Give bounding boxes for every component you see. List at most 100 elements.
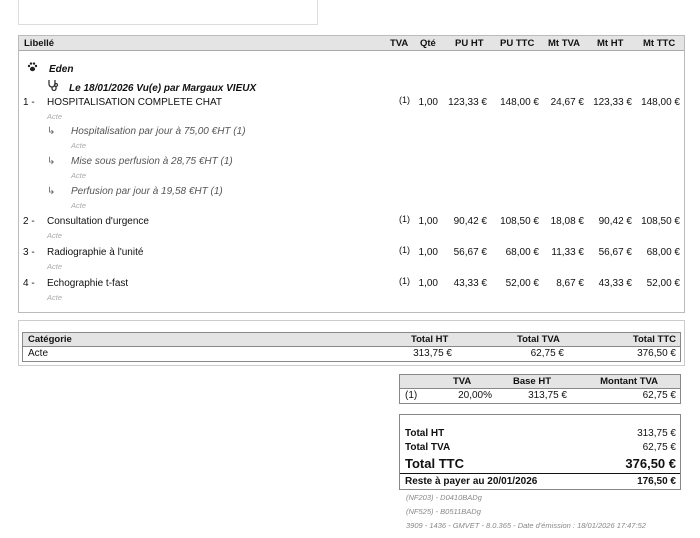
line-type: Acte	[47, 293, 63, 302]
col-qte: Qté	[420, 38, 436, 49]
line-pu-ht: 123,33 €	[448, 97, 487, 108]
invoice-line: 4 - Echographie t-fast (1) 1,00 43,33 € …	[19, 276, 684, 292]
col-total-ttc: Total TTC	[632, 334, 676, 345]
line-qte: 1,00	[418, 278, 438, 289]
line-mt-tva: 11,33 €	[551, 247, 584, 258]
totals-box: Total HT 313,75 € Total TVA 62,75 € Tota…	[399, 414, 681, 490]
col-libelle: Libellé	[24, 38, 55, 49]
tva-table-header: TVA Base HT Montant TVA	[400, 375, 680, 389]
category-table: Catégorie Total HT Total TVA Total TTC A…	[22, 332, 681, 362]
line-mt-tva: 8,67 €	[556, 278, 584, 289]
line-tva: (1)	[399, 95, 410, 105]
line-mt-ht: 43,33 €	[598, 278, 632, 289]
line-pu-ttc: 148,00 €	[500, 97, 539, 108]
category-table-header: Catégorie Total HT Total TVA Total TTC	[23, 333, 680, 347]
invoice-line: 2 - Consultation d'urgence (1) 1,00 90,4…	[19, 214, 684, 230]
total-ttc-value: 376,50 €	[625, 456, 676, 471]
col-total-tva: Total TVA	[517, 334, 560, 345]
line-pu-ht: 56,67 €	[453, 247, 487, 258]
line-mt-ttc: 108,50 €	[641, 216, 680, 227]
col-tva: TVA	[390, 38, 409, 49]
tva-rate: 20,00%	[458, 390, 492, 401]
total-tva-label: Total TVA	[405, 442, 451, 453]
line-tva: (1)	[399, 276, 410, 286]
lines-table-header: Libellé TVA Qté PU HT PU TTC Mt TVA Mt H…	[19, 36, 684, 51]
col-categorie: Catégorie	[28, 334, 72, 345]
invoice-line: 3 - Radiographie à l'unité (1) 1,00 56,6…	[19, 245, 684, 261]
sub-line: ↳ Mise sous perfusion à 28,75 €HT (1)	[47, 156, 233, 167]
col-total-ht: Total HT	[411, 334, 449, 345]
line-mt-ht: 123,33 €	[593, 97, 632, 108]
visit-line: Le 18/01/2026 Vu(e) par Margaux VIEUX	[47, 79, 256, 94]
line-tva: (1)	[399, 214, 410, 224]
col-montant-tva: Montant TVA	[600, 376, 658, 387]
line-mt-ht: 90,42 €	[598, 216, 632, 227]
line-qte: 1,00	[418, 216, 438, 227]
line-type: Acte	[47, 112, 63, 121]
footer-certification-2: (NF525) - B0511BADg	[406, 507, 481, 516]
category-total-tva: 62,75 €	[530, 348, 564, 359]
line-number: 4 -	[23, 278, 35, 289]
col-mt-ttc: Mt TTC	[643, 38, 676, 49]
category-name: Acte	[28, 348, 49, 359]
col-pu-ttc: PU TTC	[500, 38, 535, 49]
invoice-lines-table: Libellé TVA Qté PU HT PU TTC Mt TVA Mt H…	[18, 35, 685, 313]
sub-arrow-icon: ↳	[47, 126, 56, 137]
sub-line-type: Acte	[71, 141, 87, 150]
paw-icon	[27, 62, 39, 75]
line-tva: (1)	[399, 245, 410, 255]
patient-name: Eden	[27, 62, 73, 75]
line-qte: 1,00	[418, 97, 438, 108]
line-pu-ttc: 68,00 €	[505, 247, 539, 258]
col-tva-rate: TVA	[453, 376, 472, 387]
patient-name-text: Eden	[49, 64, 74, 75]
header-box	[18, 0, 318, 25]
total-ht-value: 313,75 €	[637, 428, 676, 439]
line-number: 2 -	[23, 216, 35, 227]
line-mt-tva: 24,67 €	[550, 97, 584, 108]
sub-line-label: Mise sous perfusion à 28,75 €HT (1)	[71, 156, 233, 167]
tva-montant: 62,75 €	[642, 390, 676, 401]
line-number: 3 -	[23, 247, 35, 258]
visit-label: Le 18/01/2026 Vu(e) par Margaux VIEUX	[69, 83, 257, 94]
line-qte: 1,00	[418, 247, 438, 258]
category-row: Acte 313,75 € 62,75 € 376,50 €	[23, 347, 680, 361]
line-type: Acte	[47, 262, 63, 271]
line-mt-ttc: 148,00 €	[641, 97, 680, 108]
line-mt-ht: 56,67 €	[598, 247, 632, 258]
reste-value: 176,50 €	[637, 476, 676, 487]
col-pu-ht: PU HT	[455, 38, 484, 49]
tva-base-ht: 313,75 €	[528, 390, 567, 401]
line-pu-ht: 43,33 €	[453, 278, 487, 289]
footer-certification-1: (NF203) - D0410BADg	[406, 493, 482, 502]
total-ht-label: Total HT	[405, 428, 445, 439]
line-label: Echographie t-fast	[47, 278, 129, 289]
line-mt-ttc: 52,00 €	[646, 278, 680, 289]
sub-arrow-icon: ↳	[47, 156, 56, 167]
col-mt-tva: Mt TVA	[548, 38, 581, 49]
sub-line: ↳ Perfusion par jour à 19,58 €HT (1)	[47, 186, 223, 197]
sub-line-label: Hospitalisation par jour à 75,00 €HT (1)	[71, 126, 246, 137]
totals-divider	[400, 473, 680, 474]
line-pu-ttc: 52,00 €	[505, 278, 539, 289]
col-base-ht: Base HT	[513, 376, 552, 387]
sub-line-label: Perfusion par jour à 19,58 €HT (1)	[71, 186, 223, 197]
invoice-line: 1 - HOSPITALISATION COMPLETE CHAT (1) 1,…	[19, 95, 684, 111]
tva-row: (1) 20,00% 313,75 € 62,75 €	[400, 389, 680, 403]
line-pu-ht: 90,42 €	[453, 216, 487, 227]
category-total-ht: 313,75 €	[413, 348, 452, 359]
line-type: Acte	[47, 231, 63, 240]
total-ttc-label: Total TTC	[405, 456, 464, 471]
line-pu-ttc: 108,50 €	[500, 216, 539, 227]
stethoscope-icon	[47, 79, 61, 94]
line-mt-ttc: 68,00 €	[646, 247, 680, 258]
category-total-ttc: 376,50 €	[637, 348, 676, 359]
tva-table: TVA Base HT Montant TVA (1) 20,00% 313,7…	[399, 374, 681, 404]
sub-line: ↳ Hospitalisation par jour à 75,00 €HT (1…	[47, 126, 246, 137]
tva-code: (1)	[405, 390, 418, 401]
line-mt-tva: 18,08 €	[550, 216, 584, 227]
line-label: HOSPITALISATION COMPLETE CHAT	[47, 97, 223, 108]
sub-arrow-icon: ↳	[47, 186, 56, 197]
reste-label: Reste à payer au 20/01/2026	[405, 476, 538, 487]
total-tva-value: 62,75 €	[642, 442, 676, 453]
